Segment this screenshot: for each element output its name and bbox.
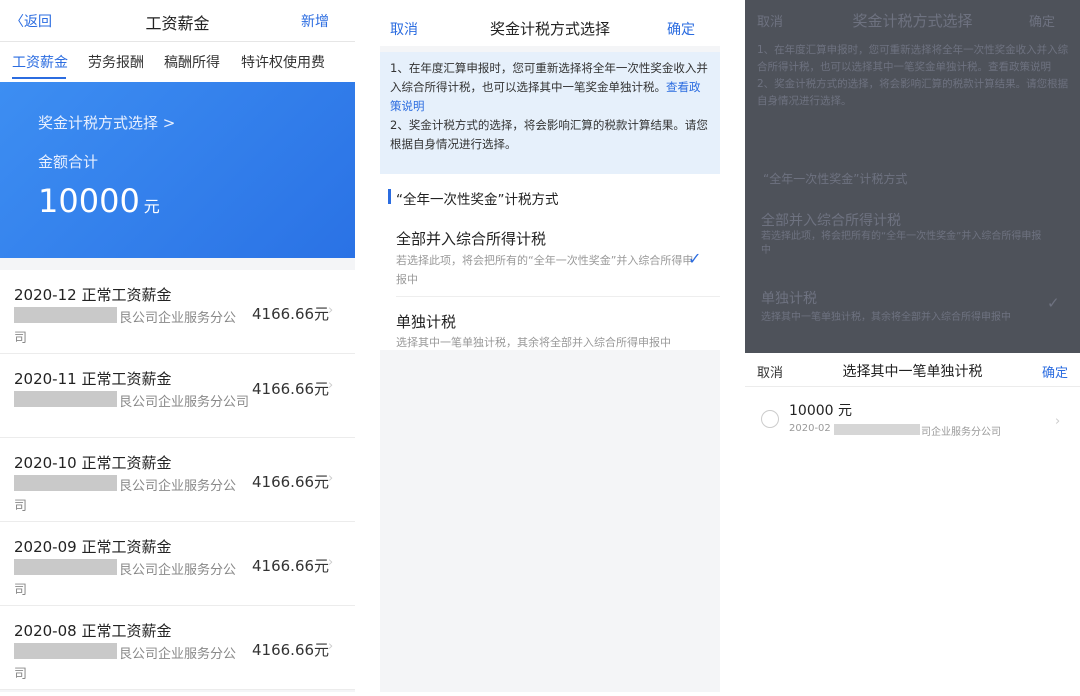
add-button[interactable]: 新增 [301,11,329,31]
tab-franchise[interactable]: 特许权使用费 [241,52,325,72]
item-company: 艮公司企业服务分公 [119,647,237,662]
bonus-date: 2020-02 [789,423,831,434]
confirm-button[interactable]: 确定 [667,19,695,39]
total-amount: 10000 元 [38,182,160,220]
summary-banner: 奖金计税方式选择 > 金额合计 10000 元 [0,82,355,258]
dimmed-option-2: 单独计税 [761,291,817,307]
item-title: 2020-11 正常工资薪金 [14,370,172,388]
bonus-company: 司企业服务分公司 [921,427,1001,438]
list-item[interactable]: 2020-09 正常工资薪金 艮公司企业服务分公 司 4166.66元 › [0,522,355,606]
method-screen: 取消 奖金计税方式选择 确定 1、在年度汇算申报时，您可重新选择将全年一次性奖金… [380,0,720,692]
redacted-block [14,307,117,323]
check-icon: ✓ [688,249,702,268]
dimmed-option-1-desc: 若选择此项，将会把所有的“全年一次性奖金”并入综合所得申报中 [761,231,1042,256]
dimmed-section-title: “全年一次性奖金”计税方式 [763,172,908,186]
sheet-header: 取消 选择其中一笔单独计税 确定 [745,353,1080,387]
item-company: 艮公司企业服务分公 [119,479,237,494]
item-company-tail: 司 [14,331,28,346]
list-item[interactable]: 2020-12 正常工资薪金 艮公司企业服务分公 司 4166.66元 › [0,270,355,354]
item-amount: 4166.66元 [252,380,330,398]
redacted-block [14,475,117,491]
item-company: 艮公司企业服务分公 [119,563,237,578]
nav-bar: 取消 奖金计税方式选择 确定 [380,0,720,46]
section-marker [388,189,391,204]
chevron-right-icon: › [328,555,334,570]
dimmed-option-2-desc: 选择其中一笔单独计税，其余将全部并入综合所得申报中 [761,312,1011,323]
item-amount: 4166.66元 [252,473,330,491]
option-separate-title[interactable]: 单独计税 [396,311,456,332]
item-amount: 4166.66元 [252,641,330,659]
item-title: 2020-09 正常工资薪金 [14,538,172,556]
confirm-button[interactable]: 确定 [1042,362,1068,381]
item-amount: 4166.66元 [252,557,330,575]
item-company-tail: 司 [14,667,28,682]
option-combined-desc: 若选择此项，将会把所有的“全年一次性奖金”并入综合所得申报中 [396,254,694,286]
notice-paragraph-1: 1、在年度汇算申报时，您可重新选择将全年一次性奖金收入并入综合所得计税，也可以选… [390,61,708,94]
redacted-block [14,643,117,659]
item-title: 2020-10 正常工资薪金 [14,454,172,472]
section-title: “全年一次性奖金”计税方式 [396,192,559,208]
item-amount: 4166.66元 [252,305,330,323]
list-item[interactable]: 2020-11 正常工资薪金 艮公司企业服务分公司 4166.66元 › [0,354,355,438]
chevron-right-icon: › [328,471,334,486]
total-amount-unit: 元 [143,197,160,216]
sum-label: 金额合计 [38,153,99,171]
option-separate-desc: 选择其中一笔单独计税，其余将全部并入综合所得申报中 [396,336,671,349]
dimmed-confirm: 确定 [1028,15,1055,30]
redacted-block [834,424,920,435]
redacted-block [14,391,117,407]
chevron-right-icon: › [328,303,334,318]
bonus-amount: 10000 元 [789,403,852,419]
method-options: “全年一次性奖金”计税方式 全部并入综合所得计税 若选择此项，将会把所有的“全年… [380,174,720,350]
chevron-right-icon: › [328,378,334,393]
notice-box: 1、在年度汇算申报时，您可重新选择将全年一次性奖金收入并入综合所得计税，也可以选… [380,52,720,174]
item-company-tail: 司 [14,583,28,598]
total-amount-value: 10000 [38,182,140,220]
bonus-method-link[interactable]: 奖金计税方式选择 > [38,112,175,133]
chevron-right-icon: › [328,639,334,654]
sheet-title: 选择其中一笔单独计税 [842,364,983,380]
list-item[interactable]: 2020-10 正常工资薪金 艮公司企业服务分公 司 4166.66元 › [0,438,355,522]
dimmed-link: 查看政策说明 [988,61,1051,73]
redacted-block [14,559,117,575]
picker-sheet: 取消 选择其中一笔单独计税 确定 10000 元 2020-02 司企业服务分公… [745,353,1080,692]
tab-labor[interactable]: 劳务报酬 [88,52,144,72]
notice-paragraph-2: 2、奖金计税方式的选择，将会影响汇算的税款计算结果。请您根据自身情况进行选择。 [390,118,708,151]
nav-bar: 〈返回 工资薪金 新增 [0,0,355,42]
dimmed-option-1: 全部并入综合所得计税 [761,213,901,229]
item-company-tail: 司 [14,499,28,514]
list-item[interactable]: 2020-08 正常工资薪金 艮公司企业服务分公 司 4166.66元 › [0,606,355,690]
picker-screen: 取消 奖金计税方式选择 确定 1、在年度汇算申报时，您可重新选择将全年一次性奖金… [745,0,1080,692]
active-tab-indicator [12,77,66,79]
salary-list: 2020-12 正常工资薪金 艮公司企业服务分公 司 4166.66元 › 20… [0,270,355,690]
divider [396,296,720,297]
tab-salary[interactable]: 工资薪金 [12,52,68,72]
item-title: 2020-08 正常工资薪金 [14,622,172,640]
item-company: 艮公司企业服务分公 [119,311,237,326]
dimmed-notice-2: 2、奖金计税方式的选择，将会影响汇算的税款计算结果。请您根据自身情况进行选择。 [757,78,1069,107]
salary-screen: 〈返回 工资薪金 新增 工资薪金 劳务报酬 稿酬所得 特许权使用费 奖金计税方式… [0,0,355,692]
radio-button[interactable] [761,410,779,428]
option-combined-title[interactable]: 全部并入综合所得计税 [396,228,546,249]
dimmed-backdrop[interactable]: 取消 奖金计税方式选择 确定 1、在年度汇算申报时，您可重新选择将全年一次性奖金… [745,0,1080,353]
chevron-right-icon: › [1055,414,1061,429]
tab-royalty[interactable]: 稿酬所得 [164,52,220,72]
dimmed-notice: 1、在年度汇算申报时，您可重新选择将全年一次性奖金收入并入综合所得计税，也可以选… [757,42,1072,110]
item-title: 2020-12 正常工资薪金 [14,286,172,304]
dimmed-check-icon: ✓ [1047,294,1060,312]
item-company: 艮公司企业服务分公司 [119,395,250,410]
income-tabs: 工资薪金 劳务报酬 稿酬所得 特许权使用费 [0,42,355,82]
